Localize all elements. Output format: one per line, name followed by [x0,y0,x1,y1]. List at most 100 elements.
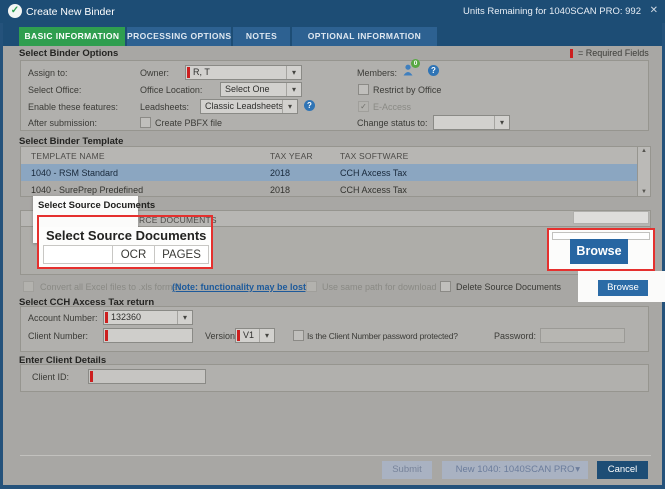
create-pbfx-checkbox[interactable] [140,117,151,128]
account-number-label: Account Number: [28,313,98,323]
template-tax-software: CCH Axcess Tax [340,185,407,195]
binder-options-title: Select Binder Options [19,48,118,59]
password-label: Password: [494,331,536,341]
zoom-callout-col-empty [43,245,113,264]
members-people-icon[interactable]: 0 [402,63,417,76]
account-number-dropdown[interactable]: 132360 ▾ [103,310,193,325]
chevron-down-icon: ▾ [575,461,580,479]
template-tax-year: 2018 [270,168,290,178]
client-number-input[interactable] [103,328,193,343]
scroll-up-icon[interactable]: ▲ [638,148,650,154]
chevron-down-icon: ▾ [286,83,301,96]
password-protected-checkbox[interactable] [293,330,304,341]
version-label: Version: [205,331,238,341]
members-help-icon[interactable]: ? [428,65,439,76]
template-tax-year: 2018 [270,185,290,195]
scroll-down-icon[interactable]: ▼ [638,189,650,195]
leadsheets-help-icon[interactable]: ? [304,100,315,111]
owner-dropdown[interactable]: R, T ▾ [185,65,302,80]
units-remaining-text: Units Remaining for 1040SCAN PRO: 992 [463,6,641,17]
table-row[interactable]: 1040 - SurePrep Predefined 2018 CCH Axce… [21,181,650,196]
template-name: 1040 - RSM Standard [31,168,118,178]
version-value: V1 [243,329,254,342]
members-count-badge: 0 [411,59,420,68]
delete-source-documents-checkbox[interactable] [440,281,451,292]
dialog-bottom-border [0,485,665,489]
cancel-button[interactable]: Cancel [597,461,648,479]
enable-features-label: Enable these features: [28,102,118,112]
chevron-down-icon: ▾ [494,116,509,129]
office-location-label: Office Location: [140,85,202,95]
chevron-down-icon: ▾ [282,100,297,113]
client-number-label: Client Number: [28,331,88,341]
leadsheets-label: Leadsheets: [140,102,189,112]
restrict-by-office-label: Restrict by Office [373,85,441,95]
required-legend-bar [570,49,573,58]
password-protected-label: Is the Client Number password protected? [307,331,458,341]
account-number-required-bar [105,312,108,323]
after-submission-label: After submission: [28,118,97,128]
change-status-dropdown[interactable]: ▾ [433,115,510,130]
template-name: 1040 - SurePrep Predefined [31,185,143,195]
binder-template-table: TEMPLATE NAME TAX YEAR TAX SOFTWARE 1040… [20,146,651,197]
browse-zoom-callout: Browse [547,228,655,271]
owner-label: Owner: [140,68,169,78]
version-required-bar [237,330,240,341]
binder-options-box [20,60,649,131]
zoom-callout-title: Select Source Documents [46,228,206,243]
delete-source-documents-label: Delete Source Documents [456,282,561,292]
zoom-callout-col-ocr: OCR [112,245,155,264]
source-documents-section-title: Select Source Documents [38,200,155,211]
e-access-checkbox[interactable]: ✓ [358,101,369,112]
leadsheets-dropdown[interactable]: Classic Leadsheets ▾ [200,99,298,114]
zoom-callout-browse-button: Browse [570,239,628,264]
owner-value: R, T [193,66,210,79]
office-location-value: Select One [225,83,270,96]
note-functionality-link[interactable]: (Note: functionality may be lost) [172,282,309,292]
template-table-header: TEMPLATE NAME TAX YEAR TAX SOFTWARE [21,147,650,164]
zoom-callout-col-pages: PAGES [154,245,209,264]
chevron-down-icon: ▾ [177,311,192,324]
convert-excel-label: Convert all Excel files to .xls format [40,282,180,292]
source-path-input[interactable] [573,211,649,224]
tab-processing-options[interactable]: PROCESSING OPTIONS [127,27,231,46]
template-tax-software: CCH Axcess Tax [340,168,407,178]
client-id-label: Client ID: [32,372,69,382]
col-template-name: TEMPLATE NAME [31,151,105,161]
password-input[interactable] [540,328,625,343]
close-icon[interactable]: ✕ [650,5,658,16]
tab-notes[interactable]: NOTES [233,27,290,46]
same-path-checkbox[interactable] [306,281,317,292]
assign-to-label: Assign to: [28,68,68,78]
dialog-title: Create New Binder [26,6,115,18]
office-location-dropdown[interactable]: Select One ▾ [220,82,302,97]
footer-divider [20,455,651,456]
col-tax-year: TAX YEAR [270,151,313,161]
same-path-label: Use same path for download [322,282,437,292]
action-type-dropdown[interactable]: New 1040: 1040SCAN PRO ▾ [442,461,588,479]
client-number-required-bar [105,330,108,341]
tab-bar: BASIC INFORMATION PROCESSING OPTIONS NOT… [0,23,665,46]
chevron-down-icon: ▾ [259,329,274,342]
col-tax-software: TAX SOFTWARE [340,151,409,161]
client-id-input[interactable] [88,369,206,384]
convert-excel-checkbox[interactable] [23,281,34,292]
change-status-label: Change status to: [357,118,428,128]
account-number-value: 132360 [111,311,141,324]
restrict-by-office-checkbox[interactable] [358,84,369,95]
table-scrollbar[interactable]: ▲ ▼ [637,147,650,196]
tab-optional-information[interactable]: OPTIONAL INFORMATION [292,27,437,46]
client-id-required-bar [90,371,93,382]
owner-required-bar [187,67,190,78]
browse-button[interactable]: Browse [598,280,648,296]
required-legend-text: = Required Fields [578,48,649,58]
create-new-binder-dialog: ✓ Create New Binder Units Remaining for … [0,0,665,489]
action-type-value: New 1040: 1040SCAN PRO [456,464,575,475]
select-office-label: Select Office: [28,85,81,95]
table-row[interactable]: 1040 - RSM Standard 2018 CCH Axcess Tax [21,164,650,181]
binder-check-icon: ✓ [8,4,22,18]
submit-button[interactable]: Submit [382,461,432,479]
tab-basic-information[interactable]: BASIC INFORMATION [19,27,125,46]
zoom-callout-panel: Select Source Documents OCR PAGES [39,227,211,267]
version-dropdown[interactable]: V1 ▾ [235,328,275,343]
